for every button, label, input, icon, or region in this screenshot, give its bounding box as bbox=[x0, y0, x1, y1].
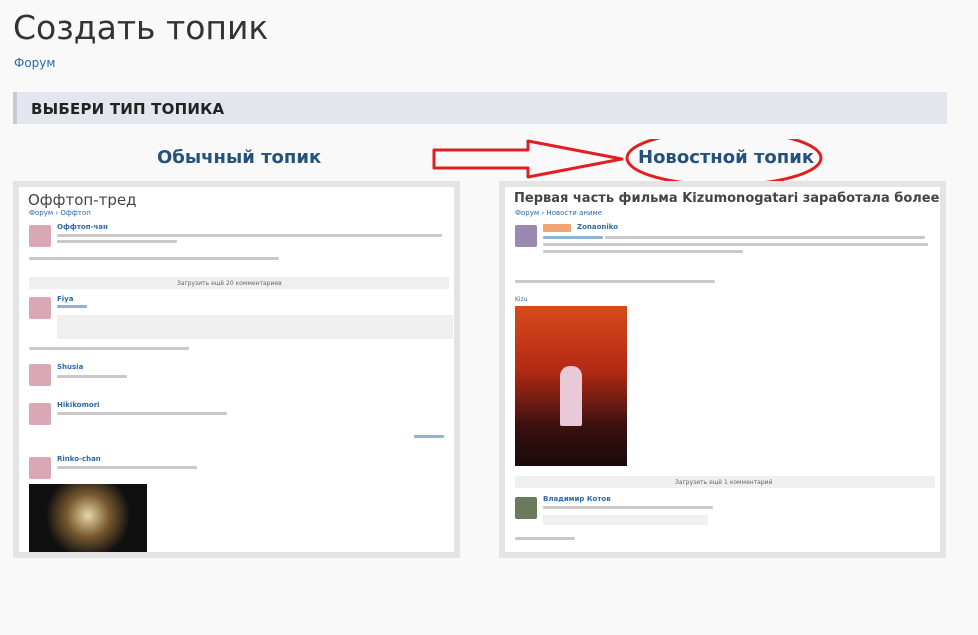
regular-topic-label[interactable]: Обычный топик bbox=[157, 147, 321, 168]
preview-username: Hikikomori bbox=[57, 401, 100, 409]
preview-title: Первая часть фильма Kizumonogatari зараб… bbox=[514, 191, 940, 206]
avatar bbox=[29, 364, 51, 386]
preview-image bbox=[29, 484, 147, 552]
preview-title: Оффтоп-тред bbox=[28, 191, 137, 209]
avatar bbox=[515, 225, 537, 247]
preview-username: Shusia bbox=[57, 363, 84, 371]
avatar bbox=[515, 497, 537, 519]
breadcrumb-forum[interactable]: Форум bbox=[14, 56, 55, 70]
preview-username: Fiya bbox=[57, 295, 74, 303]
avatar bbox=[29, 297, 51, 319]
news-topic-preview[interactable]: Первая часть фильма Kizumonogatari зараб… bbox=[499, 181, 946, 558]
preview-username: Оффтоп-чан bbox=[57, 223, 108, 231]
preview-breadcrumb: Форум › Новости аниме bbox=[515, 209, 603, 217]
image-caption: Kizu bbox=[515, 296, 528, 303]
preview-comments-bar: Загрузить ещё 1 комментарий bbox=[675, 479, 773, 486]
status-badge bbox=[543, 224, 571, 232]
avatar bbox=[29, 225, 51, 247]
avatar bbox=[29, 403, 51, 425]
preview-comments-bar: Загрузить ещё 20 комментариев bbox=[177, 280, 282, 287]
preview-author: Zonaoniko bbox=[577, 223, 619, 231]
preview-image bbox=[515, 306, 627, 466]
preview-username: Rinko-chan bbox=[57, 455, 101, 463]
regular-topic-preview[interactable]: Оффтоп-тред Форум › Оффтоп Оффтоп-чан За… bbox=[13, 181, 460, 558]
avatar bbox=[29, 457, 51, 479]
page-title: Создать топик bbox=[13, 8, 269, 47]
preview-breadcrumb: Форум › Оффтоп bbox=[29, 209, 91, 217]
section-header: ВЫБЕРИ ТИП ТОПИКА bbox=[13, 92, 947, 124]
preview-username: Владимир Котов bbox=[543, 495, 611, 503]
section-header-label: ВЫБЕРИ ТИП ТОПИКА bbox=[31, 100, 225, 118]
